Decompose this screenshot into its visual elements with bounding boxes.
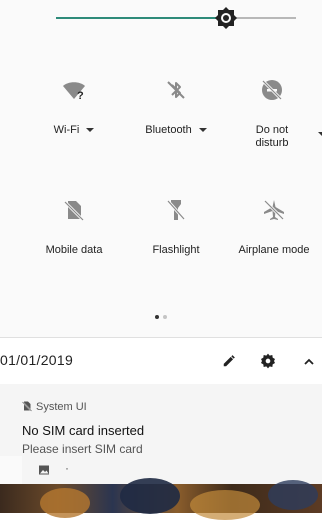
dnd-menu-caret-icon[interactable]: [318, 132, 322, 136]
tile-airplane-mode-label: Airplane mode: [238, 244, 310, 256]
date-label[interactable]: 01/01/2019: [0, 352, 73, 368]
settings-gear-icon[interactable]: [260, 353, 276, 369]
wallpaper-peek: [0, 478, 322, 520]
page-indicator: [0, 306, 322, 324]
tile-mobile-data-label: Mobile data: [45, 244, 103, 256]
tile-flashlight-label: Flashlight: [152, 244, 200, 256]
notification-collapsed[interactable]: ·: [22, 456, 322, 484]
tile-flashlight[interactable]: Flashlight: [128, 198, 224, 257]
tile-bluetooth[interactable]: Bluetooth: [128, 78, 224, 137]
no-sim-icon: [21, 401, 33, 412]
no-sim-icon: [63, 200, 85, 222]
bluetooth-off-icon: [167, 81, 185, 99]
wallpaper-blob: [40, 488, 90, 518]
svg-text:?: ?: [77, 90, 84, 102]
tile-mobile-data[interactable]: Mobile data: [26, 198, 122, 257]
notification-separator: ·: [65, 461, 69, 475]
brightness-icon[interactable]: [214, 6, 238, 30]
wallpaper-blob: [120, 478, 180, 514]
tile-wifi[interactable]: ? Wi-Fi: [26, 78, 122, 137]
wallpaper-blob: [190, 490, 260, 520]
tile-do-not-disturb[interactable]: Do not disturb: [224, 78, 322, 150]
wifi-menu-caret-icon[interactable]: [86, 128, 95, 133]
tile-dnd-label: Do not disturb: [255, 124, 289, 149]
tile-bluetooth-label: Bluetooth: [145, 124, 192, 136]
tile-airplane-mode[interactable]: Airplane mode: [226, 198, 322, 257]
flashlight-off-icon: [166, 200, 186, 220]
bluetooth-menu-caret-icon[interactable]: [198, 128, 207, 133]
quick-settings-panel: ? Wi-Fi Bluetooth Do not disturb Mobile …: [0, 0, 322, 520]
wallpaper-blob: [268, 480, 318, 510]
tile-wifi-label: Wi-Fi: [53, 124, 80, 136]
wifi-unknown-icon: ?: [63, 82, 85, 102]
brightness-track-fill: [56, 17, 217, 19]
notification-body: Please insert SIM card: [22, 442, 143, 456]
do-not-disturb-off-icon: [261, 79, 283, 101]
quick-settings-footer: 01/01/2019: [0, 338, 322, 384]
airplane-mode-off-icon: [263, 199, 285, 221]
notification-no-sim[interactable]: System UI No SIM card inserted Please in…: [0, 384, 322, 456]
page-dot-active[interactable]: [155, 315, 159, 319]
brightness-track-rest: [236, 17, 296, 19]
brightness-slider[interactable]: [0, 0, 322, 40]
page-dot-inactive[interactable]: [163, 315, 167, 319]
collapse-chevron-up-icon[interactable]: [304, 357, 314, 365]
notification-app-name: System UI: [36, 401, 87, 413]
notification-title: No SIM card inserted: [22, 423, 145, 438]
image-icon: [39, 465, 49, 475]
edit-icon[interactable]: [222, 354, 236, 368]
